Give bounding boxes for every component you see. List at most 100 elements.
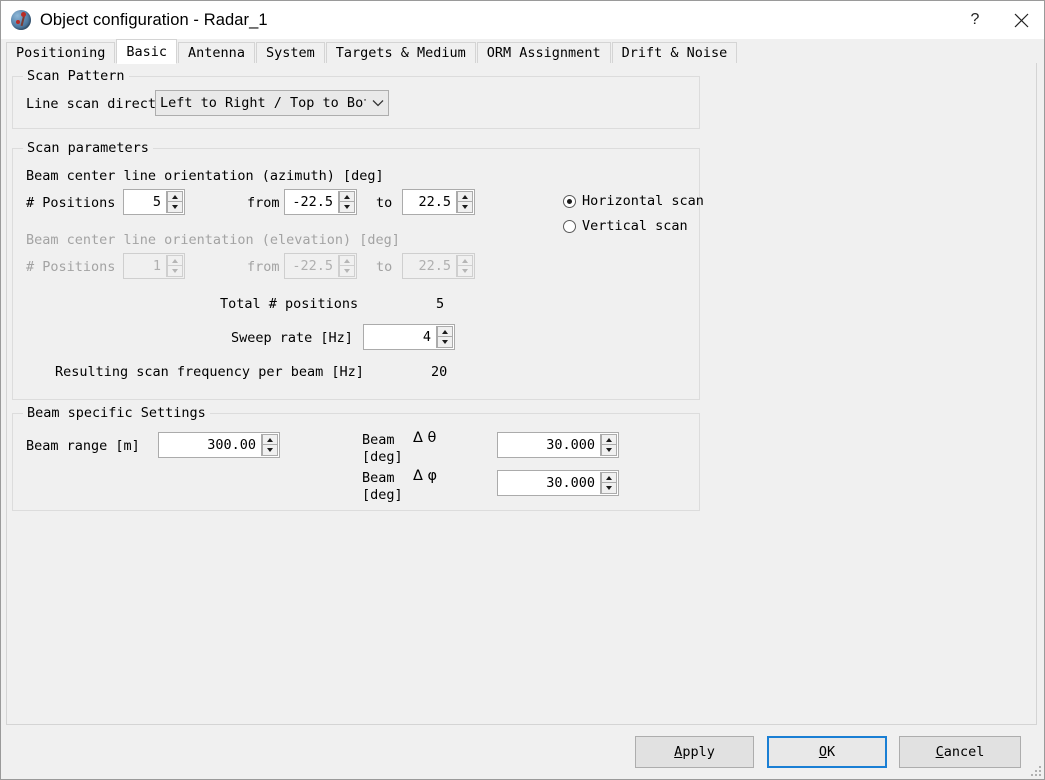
apply-button[interactable]: Apply — [635, 736, 754, 768]
azimuth-header-label: Beam center line orientation (azimuth) [… — [26, 168, 384, 184]
beam-range-value: 300.00 — [159, 433, 261, 457]
elevation-from-spinner: -22.5 — [284, 253, 357, 279]
azimuth-from-spin-buttons[interactable] — [338, 191, 355, 213]
beam-range-increment[interactable] — [262, 434, 278, 445]
delta-phi-value: 30.000 — [498, 471, 600, 495]
azimuth-to-decrement[interactable] — [457, 202, 473, 213]
tab-basic[interactable]: Basic — [116, 39, 178, 64]
radio-horizontal-scan[interactable]: Horizontal scan — [563, 193, 704, 209]
chevron-down-icon — [372, 100, 384, 107]
elevation-to-spinner: 22.5 — [402, 253, 475, 279]
radio-vertical-scan-indicator — [563, 219, 576, 233]
title-bar: Object configuration - Radar_1 ? — [1, 1, 1044, 39]
radar-globe-icon — [11, 10, 31, 30]
scan-parameters-group: Scan parameters Beam center line orienta… — [12, 140, 704, 400]
ok-button[interactable]: OK — [767, 736, 887, 768]
sweep-rate-value: 4 — [364, 325, 436, 349]
line-scan-direction-combo[interactable]: Left to Right / Top to Botto — [155, 90, 389, 116]
azimuth-positions-increment[interactable] — [167, 191, 183, 202]
elevation-from-value: -22.5 — [285, 254, 338, 278]
radio-horizontal-scan-label: Horizontal scan — [582, 193, 704, 209]
tab-drift-noise[interactable]: Drift & Noise — [611, 42, 738, 63]
elevation-positions-increment — [167, 255, 183, 266]
delta-phi-spinner[interactable]: 30.000 — [497, 470, 619, 496]
resize-grip[interactable] — [1029, 764, 1041, 776]
sweep-rate-spinner[interactable]: 4 — [363, 324, 455, 350]
close-button[interactable] — [998, 1, 1044, 39]
elevation-to-increment — [457, 255, 473, 266]
sweep-rate-spin-buttons[interactable] — [436, 326, 453, 348]
beam-range-spin-buttons[interactable] — [261, 434, 278, 456]
azimuth-from-value: -22.5 — [285, 190, 338, 214]
tab-targets-medium[interactable]: Targets & Medium — [325, 42, 476, 63]
delta-theta-label-line1: Beam — [362, 432, 395, 448]
resulting-frequency-label: Resulting scan frequency per beam [Hz] — [55, 364, 364, 380]
beam-range-decrement[interactable] — [262, 445, 278, 456]
azimuth-positions-spinner[interactable]: 5 — [123, 189, 185, 215]
question-mark-icon: ? — [970, 11, 980, 28]
scan-parameters-group-label: Scan parameters — [23, 140, 153, 156]
sweep-rate-increment[interactable] — [437, 326, 453, 337]
elevation-to-value: 22.5 — [403, 254, 456, 278]
delta-phi-decrement[interactable] — [601, 483, 617, 494]
help-button[interactable]: ? — [952, 1, 998, 39]
azimuth-from-decrement[interactable] — [339, 202, 355, 213]
elevation-to-label: to — [376, 259, 393, 275]
tab-positioning[interactable]: Positioning — [6, 42, 116, 63]
azimuth-to-label: to — [376, 195, 393, 211]
elevation-from-spin-buttons — [338, 255, 355, 277]
azimuth-from-increment[interactable] — [339, 191, 355, 202]
delta-theta-decrement[interactable] — [601, 445, 617, 456]
azimuth-to-value: 22.5 — [403, 190, 456, 214]
elevation-positions-spin-buttons — [166, 255, 183, 277]
beam-range-label: Beam range [m] — [26, 438, 140, 454]
azimuth-positions-label: # Positions — [26, 195, 116, 211]
beam-range-spinner[interactable]: 300.00 — [158, 432, 280, 458]
azimuth-to-spinner[interactable]: 22.5 — [402, 189, 475, 215]
beam-specific-settings-group: Beam specific Settings Beam range [m] 30… — [12, 405, 700, 511]
total-positions-value: 5 — [436, 296, 445, 312]
delta-theta-increment[interactable] — [601, 434, 617, 445]
elevation-positions-label: # Positions — [26, 259, 116, 275]
delta-phi-increment[interactable] — [601, 472, 617, 483]
elevation-positions-value: 1 — [124, 254, 166, 278]
radio-vertical-scan[interactable]: Vertical scan — [563, 218, 688, 234]
elevation-header-label: Beam center line orientation (elevation)… — [26, 232, 400, 248]
elevation-to-spin-buttons — [456, 255, 473, 277]
azimuth-to-spin-buttons[interactable] — [456, 191, 473, 213]
azimuth-positions-decrement[interactable] — [167, 202, 183, 213]
basic-tab-panel: Scan Pattern Line scan directi Left to R… — [6, 62, 1037, 725]
resulting-frequency-value: 20 — [431, 364, 448, 380]
elevation-to-decrement — [457, 266, 473, 277]
tab-orm-assignment[interactable]: ORM Assignment — [476, 42, 611, 63]
tab-bar: Positioning Basic Antenna System Targets… — [1, 39, 1044, 64]
window-title: Object configuration - Radar_1 — [40, 10, 268, 29]
azimuth-positions-spin-buttons[interactable] — [166, 191, 183, 213]
tab-system[interactable]: System — [255, 42, 325, 63]
tab-antenna[interactable]: Antenna — [178, 42, 255, 63]
line-scan-direction-label: Line scan directi — [26, 96, 165, 112]
scan-pattern-group-label: Scan Pattern — [23, 68, 129, 84]
close-icon — [1014, 13, 1028, 27]
line-scan-direction-value: Left to Right / Top to Botto — [160, 95, 366, 111]
sweep-rate-decrement[interactable] — [437, 337, 453, 348]
delta-theta-spin-buttons[interactable] — [600, 434, 617, 456]
window-controls: ? — [952, 1, 1044, 39]
delta-theta-symbol: Δ θ — [413, 430, 437, 446]
delta-phi-label-line1: Beam — [362, 470, 395, 486]
azimuth-from-spinner[interactable]: -22.5 — [284, 189, 357, 215]
object-configuration-dialog: Object configuration - Radar_1 ? Positio… — [0, 0, 1045, 780]
delta-theta-label-line2: [deg] — [362, 449, 403, 465]
elevation-positions-spinner: 1 — [123, 253, 185, 279]
delta-phi-spin-buttons[interactable] — [600, 472, 617, 494]
azimuth-to-increment[interactable] — [457, 191, 473, 202]
scan-pattern-group: Scan Pattern Line scan directi Left to R… — [12, 68, 700, 129]
ok-button-label: OK — [818, 744, 836, 760]
elevation-from-increment — [339, 255, 355, 266]
elevation-positions-decrement — [167, 266, 183, 277]
radio-vertical-scan-label: Vertical scan — [582, 218, 688, 234]
delta-theta-spinner[interactable]: 30.000 — [497, 432, 619, 458]
cancel-button[interactable]: Cancel — [899, 736, 1021, 768]
delta-theta-value: 30.000 — [498, 433, 600, 457]
elevation-from-decrement — [339, 266, 355, 277]
